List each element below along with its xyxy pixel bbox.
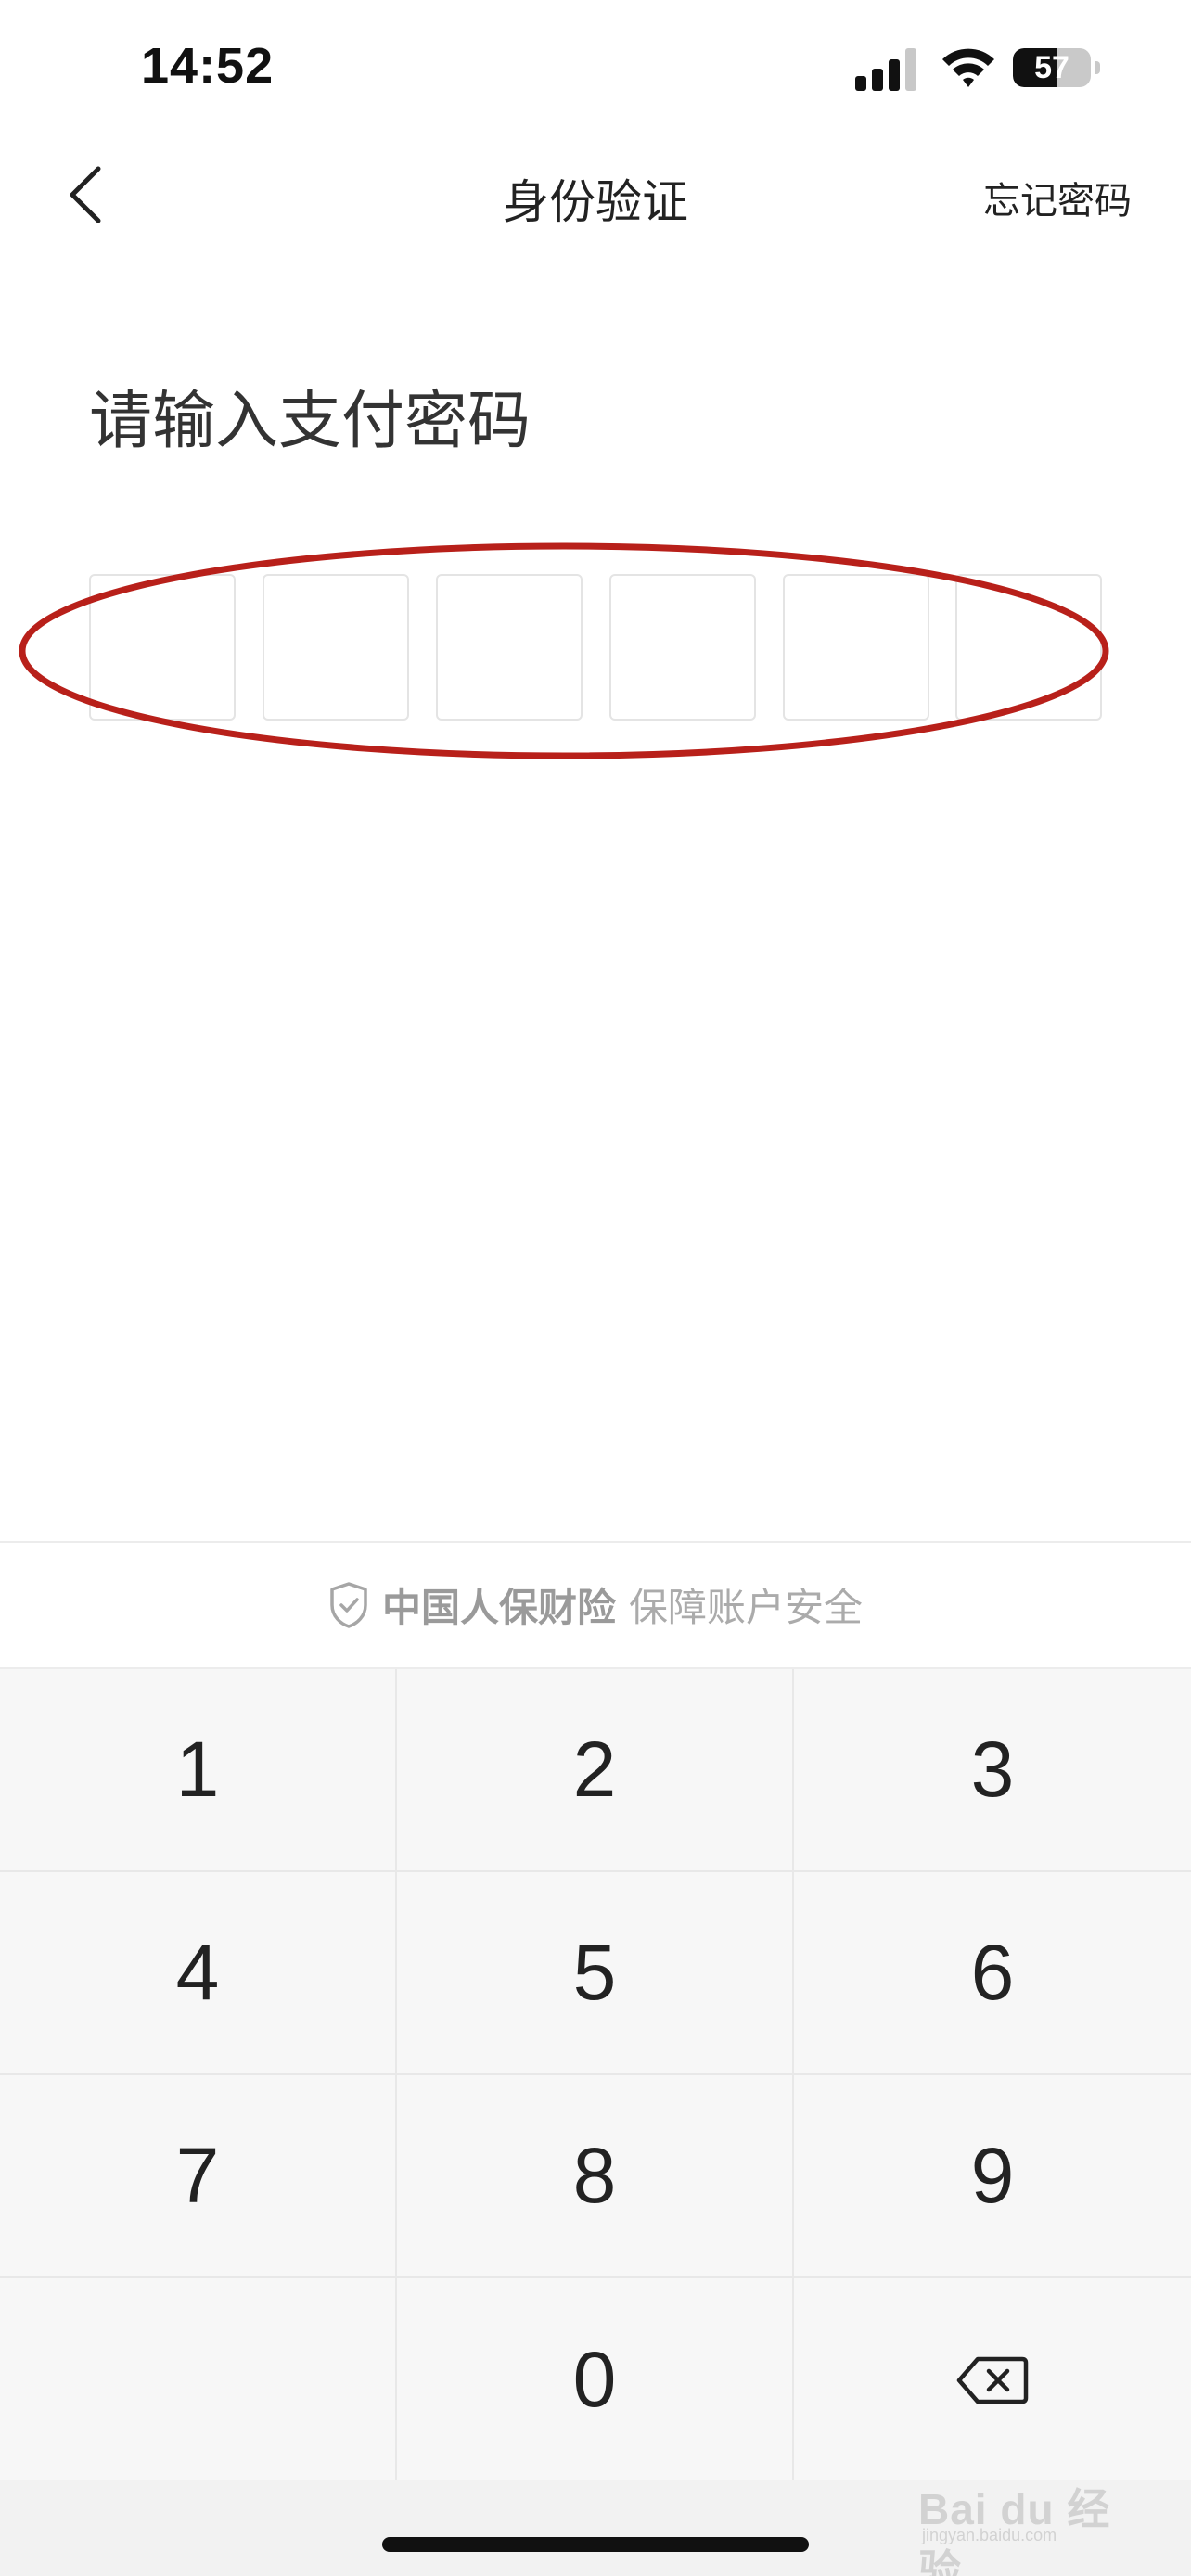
navigation-bar: 身份验证 忘记密码 [0,139,1191,250]
key-6[interactable]: 6 [794,1872,1191,2075]
pin-digit-box[interactable] [436,574,583,721]
pin-digit-box[interactable] [263,574,409,721]
status-bar: 14:52 57 [0,0,1191,139]
key-9[interactable]: 9 [794,2075,1191,2278]
key-5[interactable]: 5 [397,1872,794,2075]
pin-digit-box[interactable] [609,574,756,721]
pin-input[interactable] [89,574,1102,721]
shield-check-icon [330,1581,367,1628]
signal-icon [855,48,916,91]
forgot-password-link[interactable]: 忘记密码 [983,171,1132,224]
security-slogan: 保障账户安全 [629,1585,864,1630]
key-blank [0,2278,397,2481]
key-8[interactable]: 8 [397,2075,794,2278]
security-banner: 中国人保财险 保障账户安全 [0,1541,1191,1669]
key-2[interactable]: 2 [397,1669,794,1872]
key-7[interactable]: 7 [0,2075,397,2278]
status-time: 14:52 [141,38,275,94]
key-4[interactable]: 4 [0,1872,397,2075]
key-0[interactable]: 0 [397,2278,794,2481]
pin-digit-box[interactable] [955,574,1102,721]
baidu-watermark: Bai du 经验 jingyan.baidu.com [909,2467,1132,2576]
wifi-icon [942,48,994,87]
battery-percent: 57 [1034,50,1069,85]
key-1[interactable]: 1 [0,1669,397,1872]
battery-icon: 57 [1013,48,1100,87]
numeric-keypad: 1 2 3 4 5 6 7 8 9 0 [0,1667,1191,2481]
identity-verification-screen: 14:52 57 身份验证 忘记密码 请输入支付密码 中国人保财险 保障账户安全… [0,0,1191,2576]
password-prompt: 请输入支付密码 [89,385,531,458]
pin-digit-box[interactable] [783,574,929,721]
watermark-sub-text: jingyan.baidu.com [922,2526,1057,2544]
home-indicator[interactable] [382,2537,809,2552]
insurer-brand: 中国人保财险 [381,1585,616,1630]
backspace-icon [956,2356,1029,2404]
delete-key[interactable] [794,2278,1191,2481]
pin-digit-box[interactable] [89,574,236,721]
key-3[interactable]: 3 [794,1669,1191,1872]
